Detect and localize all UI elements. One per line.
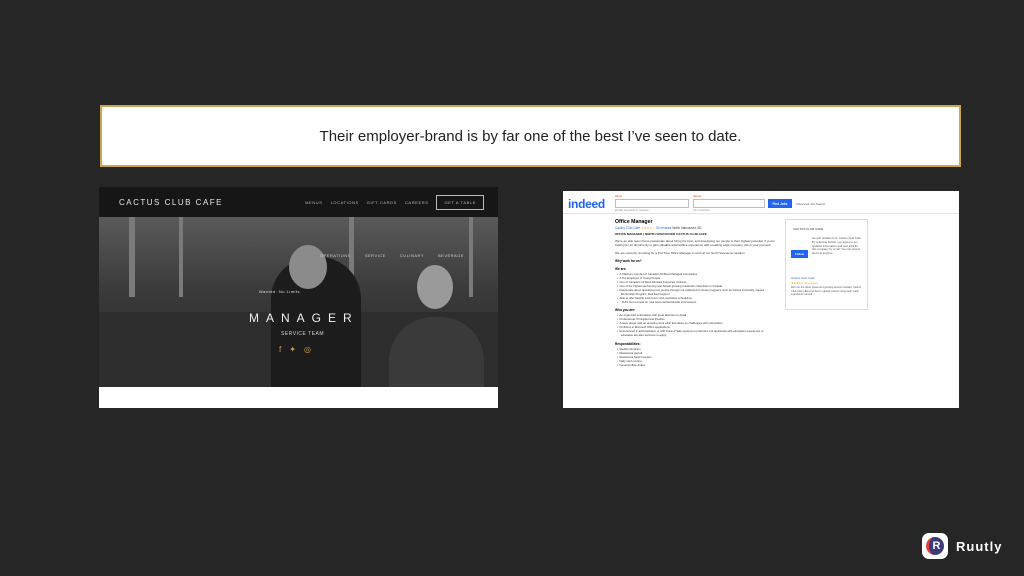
find-jobs-button[interactable]: Find Jobs	[768, 199, 792, 208]
list-item: General office duties	[619, 363, 775, 368]
company-link[interactable]: Cactus Club Cafe	[615, 226, 640, 230]
why-heading: Why work for us?	[615, 259, 642, 264]
we-are-list: A Platinum member of Canada's 50 Best Ma…	[615, 272, 775, 305]
cactus-club-screenshot: OPERATIONS SERVICE CULINARY BEVERAGE Wan…	[99, 187, 498, 408]
card-company-description: Born on the West Coast and growing acros…	[791, 286, 862, 297]
ruutly-brand: R Ruutly	[922, 533, 1002, 559]
main-nav: MENUS LOCATIONS GIFT CARDS CAREERS GET A…	[305, 194, 484, 210]
job-headline: OFFICE MANAGER | NORTH VANCOUVER CACTUS …	[615, 232, 707, 236]
card-follow-text: Get job updates from Cactus Club Cafe. B…	[812, 236, 862, 256]
responsibilities-list: Weekly Numbers Restaurant payroll Restau…	[615, 347, 775, 368]
what-label: what	[615, 194, 622, 198]
responsibilities-heading: Responsibilities:	[615, 341, 641, 346]
social-links: f ✦ ◎	[279, 345, 311, 354]
job-location: North Vancouver, BC	[672, 226, 702, 230]
hero-tagline: Wanted: No Limits	[259, 289, 301, 294]
we-are-heading: We are:	[615, 267, 627, 272]
who-heading: Who you are:	[615, 308, 636, 313]
reviews-link[interactable]: 92 reviews	[656, 226, 671, 230]
ruutly-logo-mark: R	[926, 537, 944, 555]
twitter-icon[interactable]: ✦	[289, 345, 296, 354]
hero-title: MANAGER	[249, 311, 359, 325]
rating-stars: ★★★★☆	[640, 226, 656, 230]
site-header: CACTUS CLUB CAFE MENUS LOCATIONS GIFT CA…	[99, 187, 498, 217]
hero-person-left-head	[289, 245, 327, 289]
what-hint: job title, keywords or company	[615, 209, 649, 212]
subnav-item[interactable]: CULINARY	[400, 253, 424, 258]
list-item: Experienced in administration or with Po…	[619, 329, 775, 338]
subnav-item[interactable]: OPERATIONS	[320, 253, 351, 258]
card-company-logo: CACTUS CLUB CAFE	[793, 227, 824, 231]
quote-box: Their employer-brand is by far one of th…	[100, 105, 961, 167]
job-title: Office Manager	[615, 219, 653, 225]
hero-image: OPERATIONS SERVICE CULINARY BEVERAGE Wan…	[99, 217, 498, 387]
job-recruiting: We are currently recruiting for a Full T…	[615, 250, 746, 255]
company-follow-card: CACTUS CLUB CAFE Get job updates from Ca…	[785, 219, 868, 310]
where-input[interactable]	[693, 199, 765, 208]
nav-locations[interactable]: LOCATIONS	[331, 200, 359, 205]
advanced-search-link[interactable]: Advanced Job Search	[796, 202, 825, 206]
who-list: An organized multi-tasker with great att…	[615, 314, 775, 337]
quote-text: Their employer-brand is by far one of th…	[319, 127, 742, 145]
nav-menus[interactable]: MENUS	[305, 200, 322, 205]
instagram-icon[interactable]: ◎	[304, 345, 311, 354]
facebook-icon[interactable]: f	[279, 345, 281, 354]
what-input[interactable]	[615, 199, 689, 208]
get-a-table-button[interactable]: GET A TABLE	[436, 194, 484, 210]
follow-button[interactable]: Follow	[791, 250, 808, 258]
where-label: where	[693, 194, 702, 198]
job-description: Office Manager Cactus Club Cafe ★★★★☆ 92…	[615, 219, 775, 367]
list-item: ...FUN! Get to know us: visit www.cactus…	[619, 300, 775, 305]
hero-person-right-head	[417, 265, 453, 309]
indeed-logo[interactable]: indeed	[568, 197, 605, 211]
subnav-item[interactable]: SERVICE	[365, 253, 386, 258]
card-company-link[interactable]: Cactus Club Cafe	[791, 276, 815, 280]
indeed-screenshot: indeed what where job title, keywords or…	[563, 191, 959, 408]
where-hint: city or province	[693, 209, 710, 212]
job-intro: We're an elite team that is passionate a…	[615, 239, 775, 248]
brand-name: Ruutly	[956, 538, 1003, 554]
cactus-club-logo[interactable]: CACTUS CLUB CAFE	[119, 198, 305, 207]
ruutly-logo-icon: R	[922, 533, 948, 559]
header-divider	[563, 213, 959, 214]
hero-subtitle: SERVICE TEAM	[281, 331, 325, 337]
card-reviews[interactable]: ★★★★☆ 92 reviews	[791, 281, 818, 285]
nav-gift-cards[interactable]: GIFT CARDS	[367, 200, 397, 205]
page-footer-strip	[99, 387, 498, 408]
nav-careers[interactable]: CAREERS	[405, 200, 429, 205]
hero-subnav: OPERATIONS SERVICE CULINARY BEVERAGE	[99, 253, 498, 258]
subnav-item[interactable]: BEVERAGE	[438, 253, 464, 258]
company-line: Cactus Club Cafe ★★★★☆ 92 reviews North …	[615, 226, 775, 230]
